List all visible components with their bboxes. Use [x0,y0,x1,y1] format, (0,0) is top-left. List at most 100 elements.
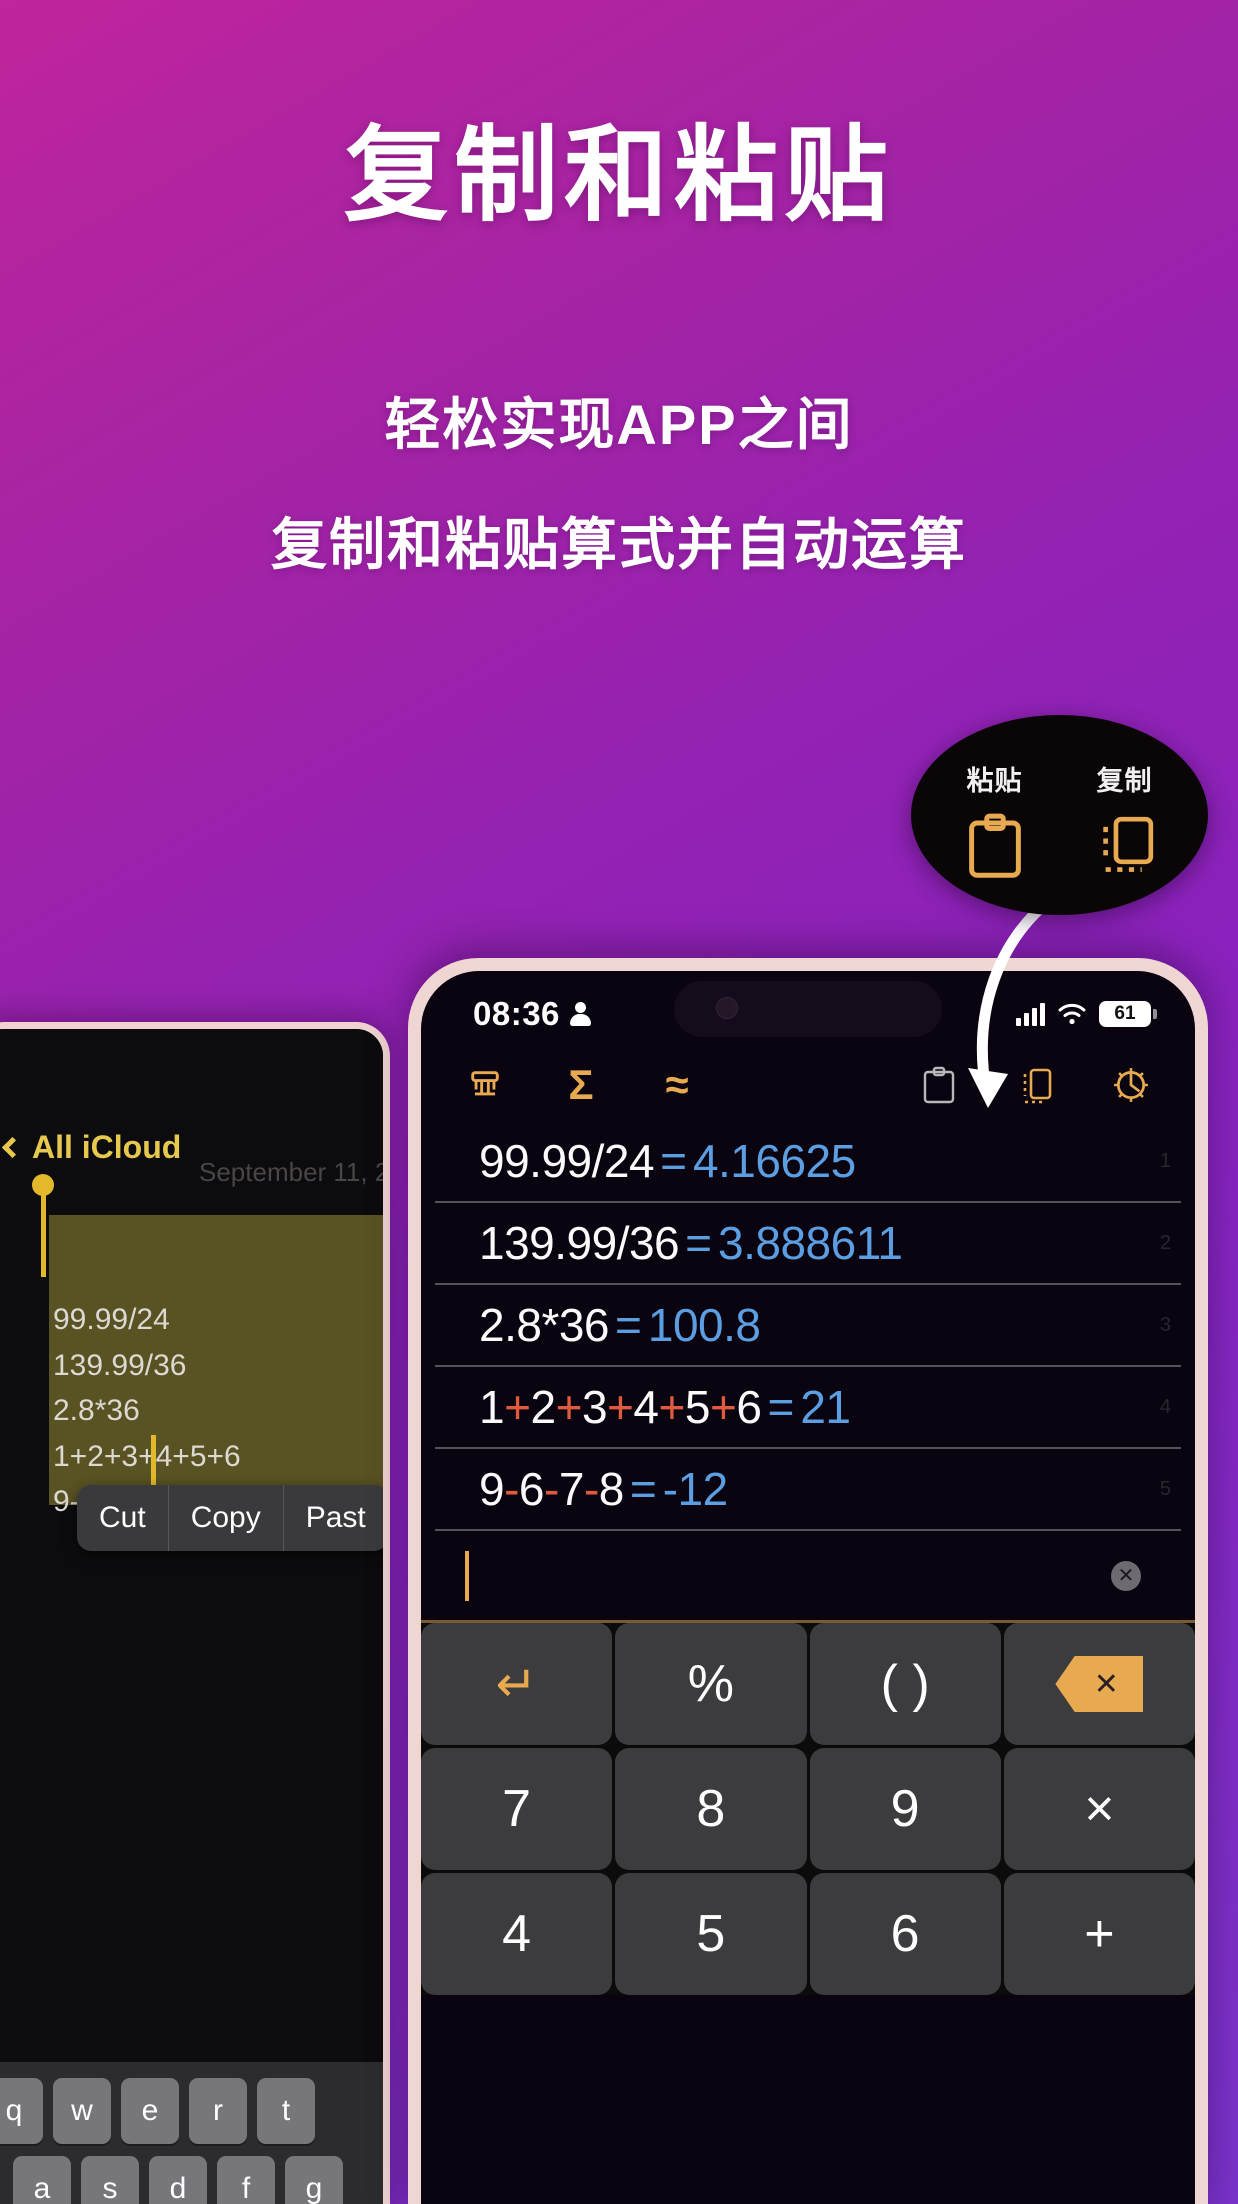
clear-circle-icon[interactable]: ✕ [1111,1560,1141,1591]
callout-paste-label: 粘贴 [966,765,1023,796]
context-menu-copy[interactable]: Copy [169,1485,284,1551]
keypad-row-1: ↵ % ( ) ✕ [421,1623,1195,1745]
key-f[interactable]: f [217,2156,275,2204]
key-t[interactable]: t [257,2078,315,2144]
row-result: 3.888611 [718,1217,903,1269]
approx-icon[interactable]: ≈ [655,1063,699,1107]
backspace-icon: ✕ [1055,1656,1144,1712]
key-4[interactable]: 4 [421,1873,613,1995]
table-row[interactable]: 1+2+3+4+5+6 = 21 4 [435,1367,1181,1449]
key-5[interactable]: 5 [615,1873,807,1995]
context-menu-cut[interactable]: Cut [77,1485,169,1551]
feature-callout-bubble: 粘贴 复制 [911,715,1208,915]
row-equals: = [615,1299,642,1351]
key-7[interactable]: 7 [421,1748,613,1870]
row-number: 4 [1159,1395,1171,1418]
subtitle-line-1: 轻松实现APP之间 [384,393,854,456]
key-backspace[interactable]: ✕ [1003,1623,1195,1745]
keypad-row-3: 4 5 6 + [421,1873,1195,1995]
key-q[interactable]: q [0,2078,43,2144]
key-d[interactable]: d [149,2156,207,2204]
row-result: 4.16625 [692,1135,856,1187]
wifi-icon [1058,1003,1086,1025]
keyboard-row-1: q w e r t [0,2078,375,2144]
calculator-toolbar: Σ ≈ [421,1049,1195,1121]
callout-paste-group: 粘贴 [943,759,1047,878]
phone-screen: 08:36 61 Σ ≈ 99.99/24 = 4.16625 1 139.99… [421,971,1195,2204]
key-parentheses[interactable]: ( ) [809,1623,1001,1745]
copy-icon[interactable] [1013,1063,1057,1107]
dynamic-island [674,981,942,1037]
cellular-signal-icon [1016,1002,1045,1026]
tablet-keyboard: q w e r t a s d f g [0,2062,383,2204]
table-row[interactable]: 2.8*36 = 100.8 3 [435,1285,1181,1367]
table-row[interactable]: 139.99/36 = 3.888611 2 [435,1203,1181,1285]
chevron-left-icon [1,1136,24,1159]
row-equals: = [767,1381,795,1433]
key-e[interactable]: e [121,2078,179,2144]
key-9[interactable]: 9 [809,1748,1001,1870]
key-return[interactable]: ↵ [421,1623,613,1745]
phone-device-calculator: 08:36 61 Σ ≈ 99.99/24 = 4.16625 1 139.99… [408,958,1208,2204]
notes-back-label: All iCloud [32,1129,182,1165]
notes-back-button[interactable]: All iCloud [1,1129,182,1166]
row-number: 5 [1159,1477,1171,1500]
callout-copy-label: 复制 [1096,765,1153,796]
key-plus[interactable]: + [1003,1873,1195,1995]
calculator-keypad: ↵ % ( ) ✕ 7 8 9 × 4 5 6 + [421,1623,1195,1995]
key-w[interactable]: w [53,2078,111,2144]
key-g[interactable]: g [285,2156,343,2204]
context-menu-paste[interactable]: Past [284,1485,383,1551]
table-row[interactable]: 9-6-7-8 = -12 5 [435,1449,1181,1531]
table-row[interactable]: 99.99/24 = 4.16625 1 [435,1121,1181,1203]
sigma-sum-icon[interactable]: Σ [559,1063,603,1107]
row-expression: 99.99/24 [479,1135,655,1187]
status-bar: 08:36 61 [421,971,1195,1049]
row-expression: 1+2+3+4+5+6 [479,1381,762,1433]
row-equals: = [685,1217,713,1269]
tablet-device-notes: All iCloud September 11, 2 99.99/24 139.… [0,1022,390,2204]
row-equals: = [660,1135,687,1187]
key-multiply[interactable]: × [1003,1748,1195,1870]
promo-screenshot: 复制和粘贴 轻松实现APP之间 复制和粘贴算式并自动运算 粘贴 复制 All i… [0,0,1238,2204]
keyboard-row-2: a s d f g [0,2156,375,2204]
key-r[interactable]: r [189,2078,247,2144]
row-result: -12 [662,1463,728,1515]
calculation-list: 99.99/24 = 4.16625 1 139.99/36 = 3.88861… [421,1121,1195,1531]
edit-context-menu: Cut Copy Past [77,1485,383,1551]
selection-handle-start[interactable] [32,1174,54,1277]
key-s[interactable]: s [81,2156,139,2204]
key-a[interactable]: a [13,2156,71,2204]
toolbar-left-group: Σ ≈ [463,1063,699,1107]
copy-dashed-icon [1102,816,1153,872]
subtitle-line-2: 复制和粘贴算式并自动运算 [271,513,967,576]
row-result: 100.8 [647,1299,761,1351]
clear-brush-icon[interactable] [463,1063,507,1107]
person-icon [569,1002,591,1026]
row-number: 2 [1159,1231,1171,1254]
row-expression: 139.99/36 [479,1217,680,1269]
text-caret [465,1550,469,1601]
row-expression: 9-6-7-8 [479,1463,624,1515]
toolbar-right-group [917,1063,1153,1107]
key-6[interactable]: 6 [809,1873,1001,1995]
tablet-screen: All iCloud September 11, 2 99.99/24 139.… [0,1029,383,2204]
row-equals: = [629,1463,657,1515]
settings-gear-icon[interactable] [1109,1063,1153,1107]
callout-copy-group: 复制 [1073,759,1177,878]
notes-date-label: September 11, 2 [199,1157,383,1187]
page-title: 复制和粘贴 [343,118,894,234]
paste-clipboard-icon[interactable] [917,1063,961,1107]
status-time-group: 08:36 [473,995,591,1033]
battery-indicator: 61 [1099,1001,1157,1027]
expression-input[interactable]: ✕ [421,1531,1195,1623]
front-camera-icon [716,997,738,1019]
key-8[interactable]: 8 [615,1748,807,1870]
status-indicators: 61 [1016,1001,1157,1027]
battery-level: 61 [1114,1003,1136,1024]
row-number: 3 [1159,1313,1171,1336]
row-expression: 2.8*36 [479,1299,610,1351]
row-result: 21 [800,1381,851,1433]
key-percent[interactable]: % [615,1623,807,1745]
clipboard-paste-icon [968,813,1021,878]
